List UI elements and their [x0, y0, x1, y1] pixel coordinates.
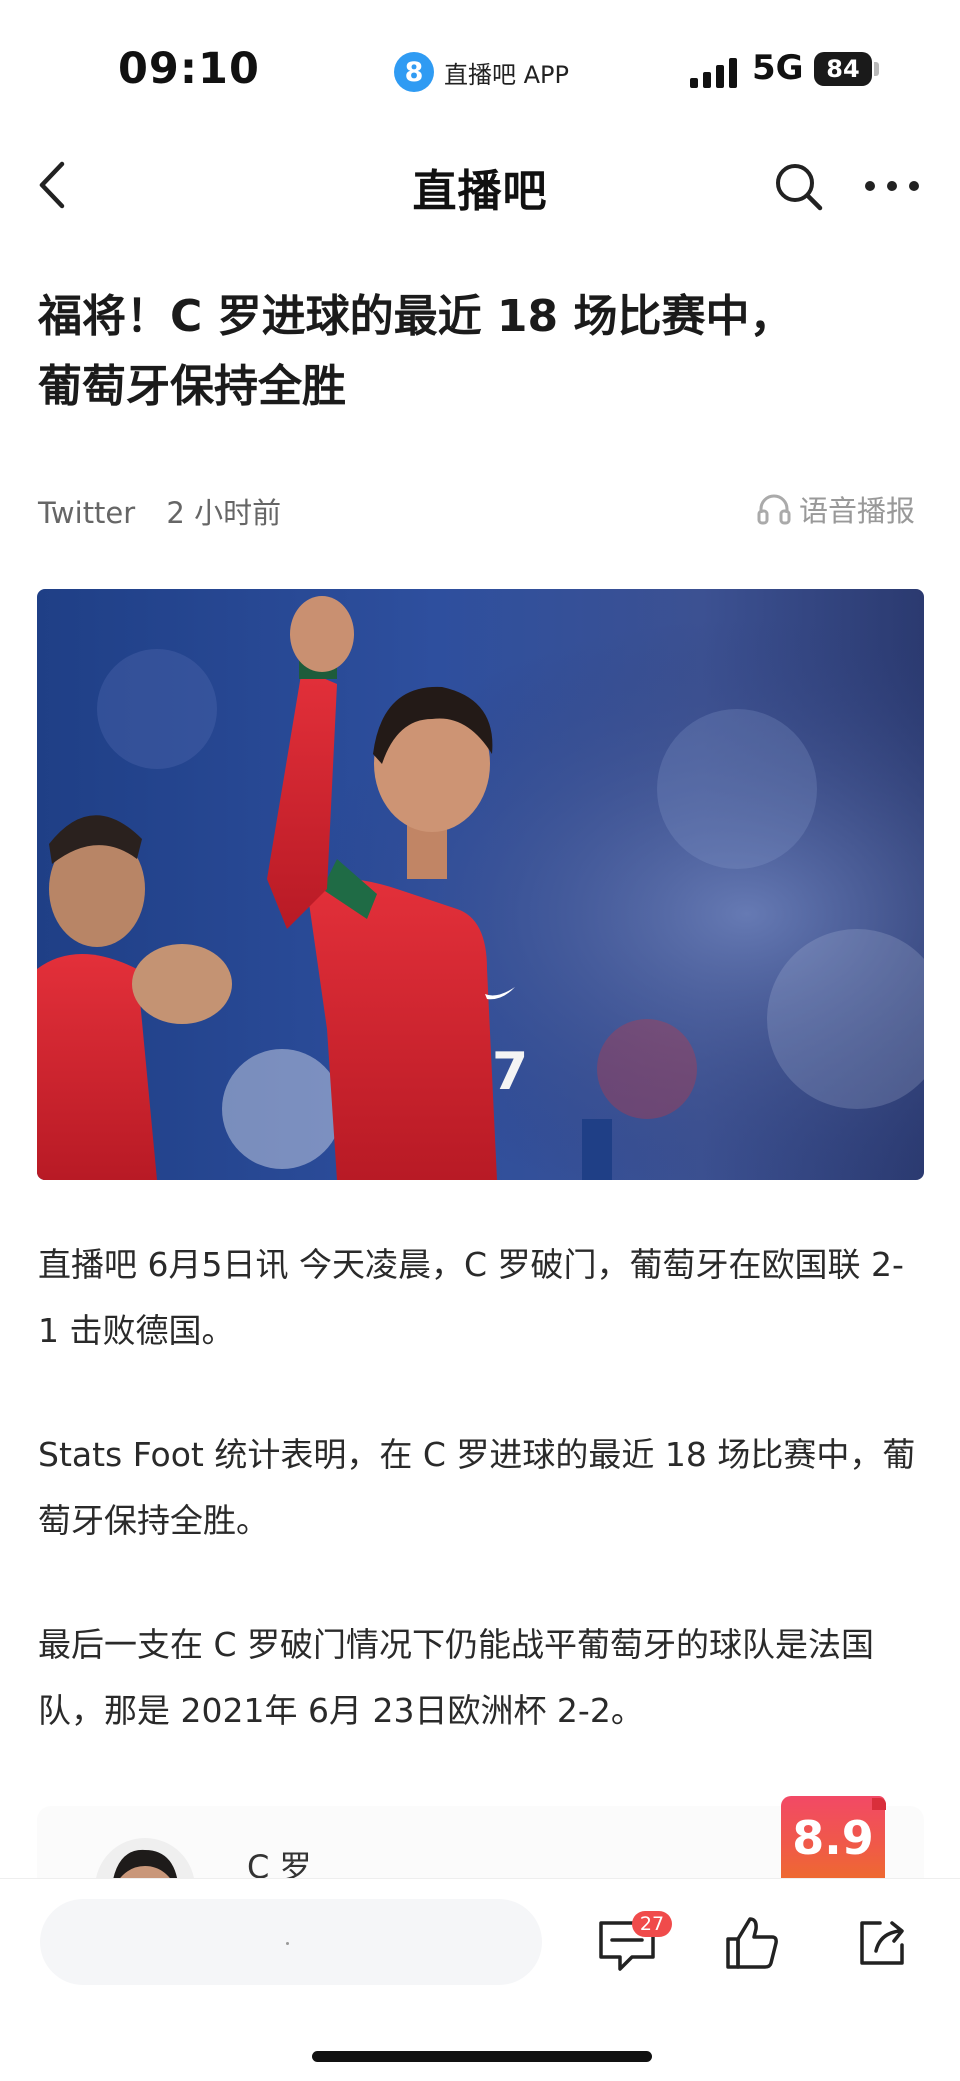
rating-badge-fold: [872, 1798, 886, 1810]
comment-input-cursor-dot: [286, 1942, 289, 1945]
status-bar: 09:10 8 直播吧 APP 5G 84: [0, 0, 960, 140]
share-icon[interactable]: [856, 1917, 908, 1969]
cellular-signal-icon: [690, 58, 737, 88]
bottom-action-bar: 27: [0, 1878, 960, 2081]
search-icon[interactable]: [772, 160, 824, 212]
article-hero-image[interactable]: 7: [37, 589, 924, 1180]
article-title-line-2: 葡萄牙保持全胜: [38, 361, 346, 412]
battery-level: 84: [814, 52, 872, 86]
status-app-name: 直播吧 APP: [444, 60, 569, 89]
article-paragraph: Stats Foot 统计表明，在 C 罗进球的最近 18 场比赛中，葡萄牙保持…: [38, 1435, 916, 1540]
audio-report-button[interactable]: 语音播报: [757, 488, 915, 530]
status-time: 09:10: [118, 44, 260, 94]
article-source: Twitter: [38, 496, 136, 530]
zhibo8-logo-icon: 8: [394, 52, 434, 92]
article-meta: Twitter 2 小时前: [38, 490, 281, 532]
app-title: 直播吧: [412, 166, 548, 217]
article-screen: 09:10 8 直播吧 APP 5G 84 直播吧 福将！C 罗进球的最近 18…: [0, 0, 960, 2081]
comment-input[interactable]: [40, 1899, 542, 1985]
status-app-indicator: 8 直播吧 APP: [394, 50, 569, 94]
article-paragraph: 直播吧 6月5日讯 今天凌晨，C 罗破门，葡萄牙在欧国联 2-1 击败德国。: [38, 1245, 904, 1350]
headphones-icon: [757, 494, 791, 525]
thumbs-up-icon[interactable]: [724, 1915, 780, 1971]
article-title: 福将！C 罗进球的最近 18 场比赛中， 葡萄牙保持全胜: [38, 282, 918, 422]
comment-count-badge: 27: [632, 1911, 672, 1937]
network-type: 5G: [752, 48, 804, 88]
article-time: 2 小时前: [166, 496, 282, 530]
svg-text:7: 7: [492, 1042, 528, 1102]
more-icon[interactable]: [862, 168, 922, 204]
home-indicator: [312, 2051, 652, 2062]
audio-report-label: 语音播报: [798, 494, 915, 528]
battery-tip: [874, 62, 879, 76]
player-rating-badge: 8.9: [781, 1796, 885, 1880]
back-chevron-icon[interactable]: [30, 158, 76, 212]
article-paragraph: 最后一支在 C 罗破门情况下仍能战平葡萄牙的球队是法国队，那是 2021年 6月…: [38, 1625, 875, 1730]
article-title-line-1: 福将！C 罗进球的最近 18 场比赛中，: [38, 291, 794, 342]
